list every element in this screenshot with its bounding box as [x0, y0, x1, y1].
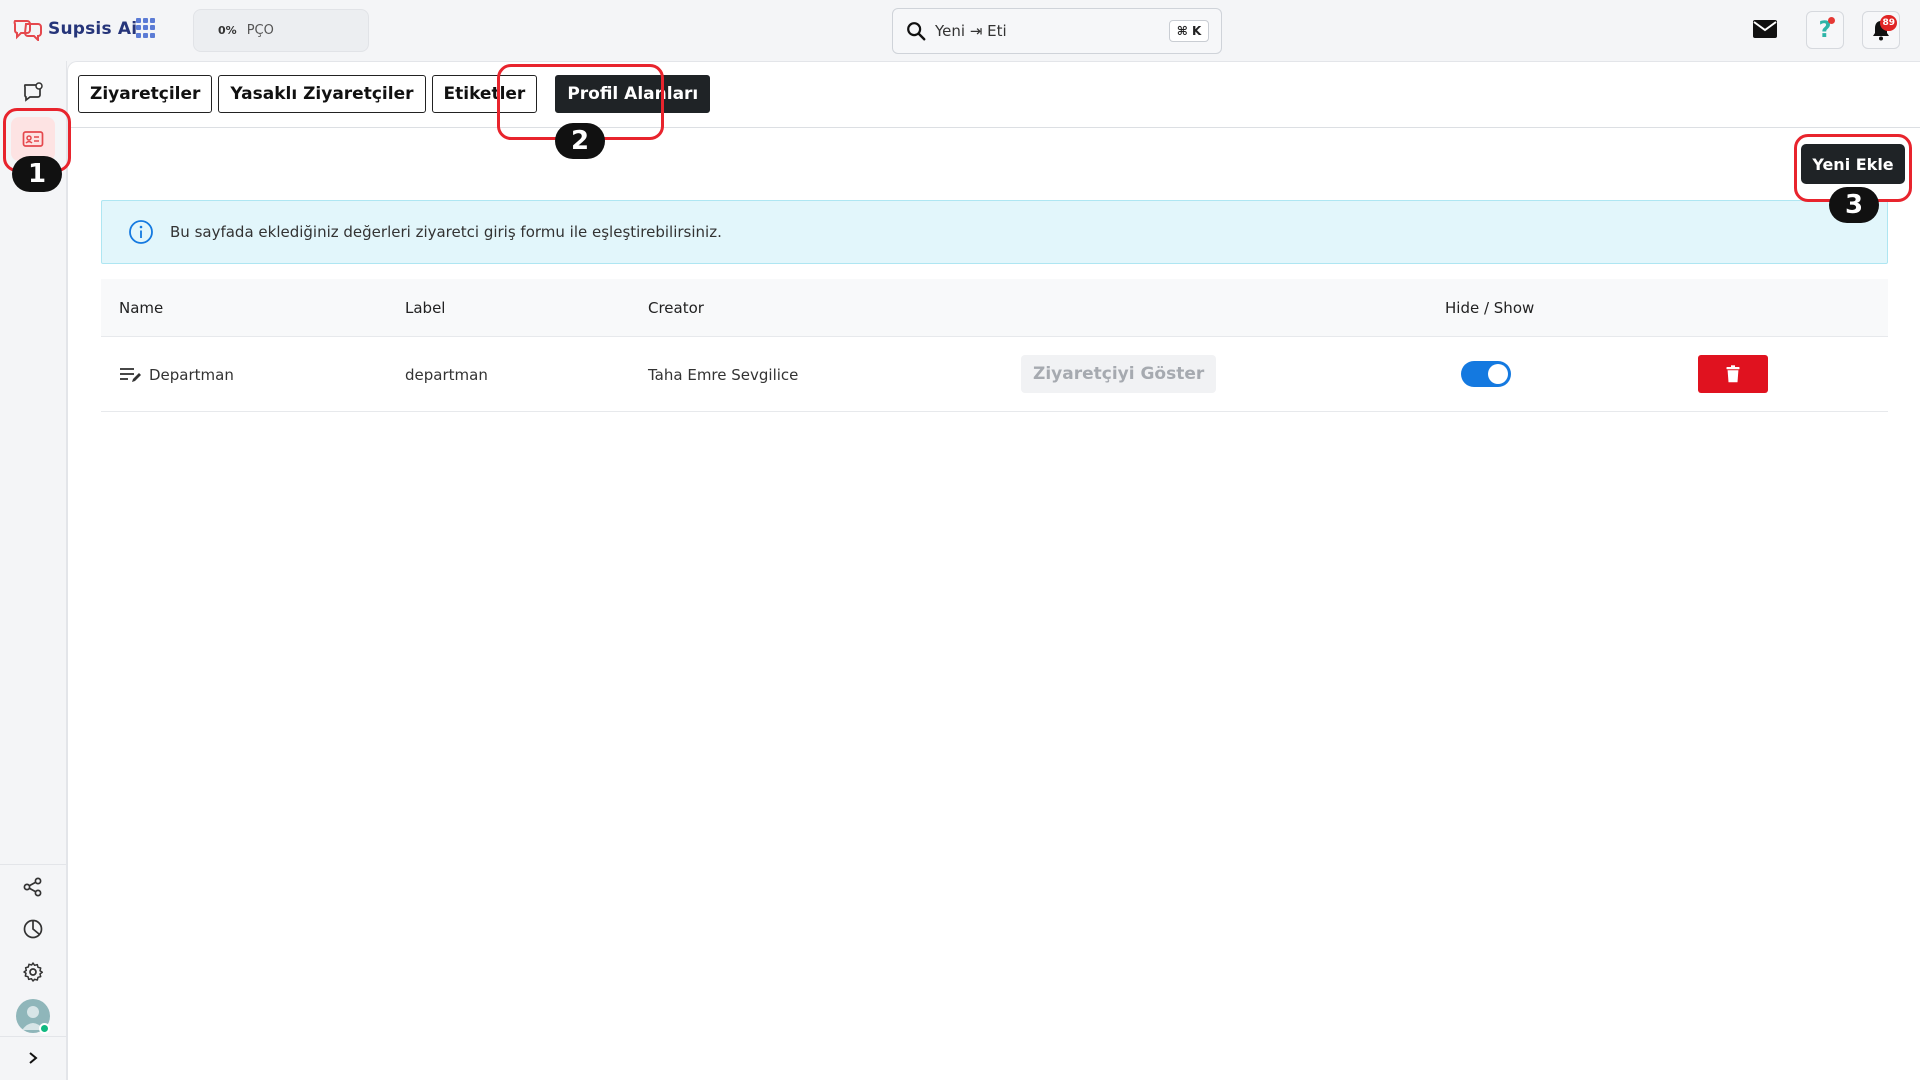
delete-button[interactable] — [1698, 355, 1768, 393]
workspace-name: PÇO — [246, 23, 274, 38]
online-status-dot — [39, 1023, 50, 1034]
chat-bubble-icon — [23, 82, 43, 102]
sidebar-expand-button[interactable] — [18, 1043, 48, 1073]
show-visitor-button[interactable]: Ziyaretçiyi Göster — [1021, 355, 1217, 393]
apps-grid-icon[interactable] — [136, 18, 156, 38]
brand-logo[interactable]: Supsis Ai — [12, 14, 137, 44]
column-header-creator: Creator — [648, 299, 704, 317]
chevron-right-icon — [29, 1052, 38, 1064]
cell-name: Departman — [119, 337, 234, 412]
sidebar-item-chat[interactable] — [18, 77, 48, 107]
share-icon — [23, 877, 42, 897]
brand-name: Supsis Ai — [48, 19, 138, 39]
workspace-percent: 0% — [218, 24, 237, 37]
top-bar: Supsis Ai 0% PÇO ⌘ K ? 89 — [0, 0, 1920, 61]
left-sidebar — [0, 61, 67, 1080]
sidebar-divider — [0, 864, 66, 865]
cell-label: departman — [405, 365, 488, 384]
global-search[interactable]: ⌘ K — [892, 8, 1222, 54]
sidebar-item-reports[interactable] — [18, 914, 48, 944]
main-content: Ziyaretçiler Yasaklı Ziyaretçiler Etiket… — [67, 61, 1920, 1080]
field-name: Departman — [149, 365, 234, 384]
help-indicator-dot — [1828, 17, 1835, 24]
gear-icon — [23, 962, 44, 982]
info-text: Bu sayfada eklediğiniz değerleri ziyaret… — [170, 223, 722, 241]
table-row: Departman departman Taha Emre Sevgilice … — [101, 337, 1888, 412]
info-alert: Bu sayfada eklediğiniz değerleri ziyaret… — [101, 200, 1888, 264]
search-icon — [907, 22, 926, 41]
visibility-toggle[interactable] — [1461, 361, 1511, 387]
column-header-name: Name — [119, 299, 164, 317]
annotation-badge-1: 1 — [12, 156, 62, 192]
help-button[interactable]: ? — [1806, 11, 1844, 49]
search-shortcut-badge: ⌘ K — [1169, 20, 1209, 42]
table-header: Name Label Creator Hide / Show — [101, 279, 1888, 337]
pie-chart-icon — [23, 919, 43, 939]
notification-count-badge: 89 — [1880, 15, 1897, 31]
notifications-button[interactable]: 89 — [1862, 11, 1900, 49]
logo-icon — [13, 20, 42, 41]
tab-banned-visitors[interactable]: Yasaklı Ziyaretçiler — [218, 75, 426, 113]
profile-fields-table: Name Label Creator Hide / Show Departman… — [101, 279, 1888, 412]
column-header-label: Label — [405, 299, 446, 317]
trash-icon — [1726, 365, 1740, 383]
workspace-selector[interactable]: 0% PÇO — [193, 9, 369, 52]
text-field-icon — [120, 367, 141, 382]
tab-divider — [68, 127, 1920, 128]
sidebar-item-integrations[interactable] — [18, 872, 48, 902]
annotation-badge-2: 2 — [555, 123, 605, 159]
mail-icon[interactable] — [1752, 18, 1778, 40]
sidebar-divider-bottom — [0, 1036, 66, 1037]
toggle-knob — [1488, 364, 1508, 384]
column-header-hide-show: Hide / Show — [1445, 299, 1535, 317]
cell-creator: Taha Emre Sevgilice — [648, 365, 799, 384]
info-icon — [129, 220, 153, 244]
tab-visitors[interactable]: Ziyaretçiler — [78, 75, 213, 113]
annotation-badge-3: 3 — [1829, 187, 1879, 223]
sidebar-item-settings[interactable] — [18, 957, 48, 987]
search-input[interactable] — [935, 22, 1155, 40]
